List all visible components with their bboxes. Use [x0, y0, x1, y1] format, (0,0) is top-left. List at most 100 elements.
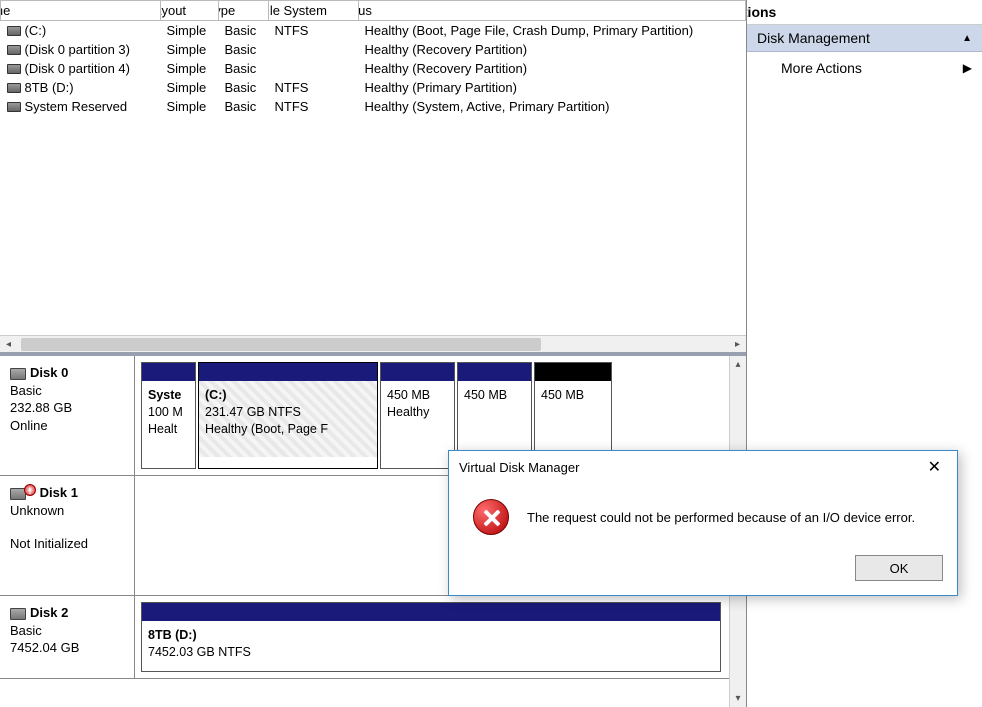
horizontal-scrollbar[interactable]: ◂ ▸: [0, 335, 746, 352]
scroll-right-icon[interactable]: ▸: [729, 336, 746, 353]
chevron-up-icon: ▲: [962, 33, 972, 44]
partition-status: Healt: [148, 422, 177, 436]
partition-stripe: [142, 603, 720, 621]
volume-row[interactable]: (Disk 0 partition 3) Simple Basic Health…: [1, 40, 746, 59]
disk-icon: [10, 368, 26, 380]
partition-stripe: [142, 363, 195, 381]
disk-type: Basic: [10, 382, 128, 400]
volume-layout: Simple: [161, 59, 219, 78]
dialog-message: The request could not be performed becau…: [527, 510, 915, 525]
volume-type: Basic: [219, 97, 269, 116]
partition-size: 450 MB: [541, 388, 584, 402]
volume-fs: NTFS: [269, 21, 359, 41]
col-layout[interactable]: Layout: [161, 1, 219, 21]
disk-row: Disk 2 Basic 7452.04 GB 8TB (D:) 7452.03…: [0, 596, 729, 679]
actions-section-label: Disk Management: [757, 30, 870, 46]
partition-stripe: [458, 363, 531, 381]
scroll-up-icon[interactable]: ▴: [730, 356, 746, 373]
partition-selected[interactable]: (C:) 231.47 GB NTFS Healthy (Boot, Page …: [198, 362, 378, 469]
partition-size: 231.47 GB NTFS: [205, 405, 301, 419]
actions-more[interactable]: More Actions ▶: [747, 52, 982, 84]
dialog-titlebar[interactable]: Virtual Disk Manager ✕: [449, 451, 957, 483]
chevron-right-icon: ▶: [963, 61, 972, 75]
volume-status: Healthy (Boot, Page File, Crash Dump, Pr…: [359, 21, 746, 41]
volume-name: (Disk 0 partition 4): [25, 61, 130, 76]
volume-fs: [269, 59, 359, 78]
partition[interactable]: 450 MB Healthy: [380, 362, 455, 469]
partition-size: 100 M: [148, 405, 183, 419]
disk-icon: [7, 102, 21, 112]
volume-fs: [269, 40, 359, 59]
partition-stripe: [535, 363, 611, 381]
volume-status: Healthy (Primary Partition): [359, 78, 746, 97]
volume-type: Basic: [219, 21, 269, 41]
col-type[interactable]: Type: [219, 1, 269, 21]
partition[interactable]: Syste 100 M Healt: [141, 362, 196, 469]
disk-title: Disk 2: [30, 605, 68, 620]
volume-row[interactable]: System Reserved Simple Basic NTFS Health…: [1, 97, 746, 116]
disk-icon: [7, 83, 21, 93]
disk-title: Disk 1: [40, 485, 78, 500]
actions-pane: Actions Disk Management ▲ More Actions ▶: [747, 0, 982, 707]
actions-more-label: More Actions: [781, 60, 862, 76]
volume-fs: NTFS: [269, 97, 359, 116]
partition-size: 7452.03 GB NTFS: [148, 645, 251, 659]
disk-icon: [10, 608, 26, 620]
scroll-down-icon[interactable]: ▾: [730, 690, 746, 707]
volume-name: 8TB (D:): [25, 80, 74, 95]
disk-state: Online: [10, 417, 128, 435]
partition-label: (C:): [205, 388, 227, 402]
disk-state: Not Initialized: [10, 535, 128, 553]
partition-stripe: [199, 363, 377, 381]
disk-size: [10, 519, 128, 535]
volume-name: (Disk 0 partition 3): [25, 42, 130, 57]
volume-layout: Simple: [161, 78, 219, 97]
volume-layout: Simple: [161, 21, 219, 41]
disk-icon: [7, 45, 21, 55]
error-badge-icon: !: [24, 484, 36, 496]
scroll-thumb[interactable]: [21, 338, 541, 351]
volume-status: Healthy (Recovery Partition): [359, 59, 746, 78]
disk-icon: [7, 26, 21, 36]
disk-icon: [7, 64, 21, 74]
actions-section[interactable]: Disk Management ▲: [747, 25, 982, 52]
ok-button[interactable]: OK: [855, 555, 943, 581]
volume-layout: Simple: [161, 97, 219, 116]
volume-status: Healthy (Recovery Partition): [359, 40, 746, 59]
disk-title: Disk 0: [30, 365, 68, 380]
disk-info[interactable]: Disk 2 Basic 7452.04 GB: [0, 596, 135, 678]
actions-header: Actions: [747, 0, 982, 25]
partition-stripe: [381, 363, 454, 381]
disk-size: 232.88 GB: [10, 399, 128, 417]
error-dialog: Virtual Disk Manager ✕ The request could…: [448, 450, 958, 596]
disk-info[interactable]: ! Disk 1 Unknown Not Initialized: [0, 476, 135, 595]
partition-status: Healthy: [387, 405, 429, 419]
volume-name: (C:): [25, 23, 47, 38]
disk-info[interactable]: Disk 0 Basic 232.88 GB Online: [0, 356, 135, 475]
disk-type: Unknown: [10, 502, 128, 520]
col-volume[interactable]: Volume: [1, 1, 161, 21]
col-status[interactable]: Status: [359, 1, 746, 21]
volume-row[interactable]: 8TB (D:) Simple Basic NTFS Healthy (Prim…: [1, 78, 746, 97]
partition-label: Syste: [148, 388, 181, 402]
close-icon[interactable]: ✕: [922, 457, 947, 477]
partition-label: 8TB (D:): [148, 628, 197, 642]
volume-row[interactable]: (C:) Simple Basic NTFS Healthy (Boot, Pa…: [1, 21, 746, 41]
volume-row[interactable]: (Disk 0 partition 4) Simple Basic Health…: [1, 59, 746, 78]
partition-size: 450 MB: [387, 388, 430, 402]
volume-status: Healthy (System, Active, Primary Partiti…: [359, 97, 746, 116]
volume-list: Volume Layout Type File System Status (C…: [0, 0, 746, 352]
scroll-left-icon[interactable]: ◂: [0, 336, 17, 353]
disk-size: 7452.04 GB: [10, 639, 128, 657]
volume-type: Basic: [219, 40, 269, 59]
dialog-title: Virtual Disk Manager: [459, 460, 579, 475]
volume-fs: NTFS: [269, 78, 359, 97]
volume-type: Basic: [219, 59, 269, 78]
error-icon: [473, 499, 509, 535]
volume-type: Basic: [219, 78, 269, 97]
col-filesystem[interactable]: File System: [269, 1, 359, 21]
partition-status: Healthy (Boot, Page F: [205, 422, 328, 436]
partition[interactable]: 8TB (D:) 7452.03 GB NTFS: [141, 602, 721, 672]
partition-size: 450 MB: [464, 388, 507, 402]
disk-type: Basic: [10, 622, 128, 640]
